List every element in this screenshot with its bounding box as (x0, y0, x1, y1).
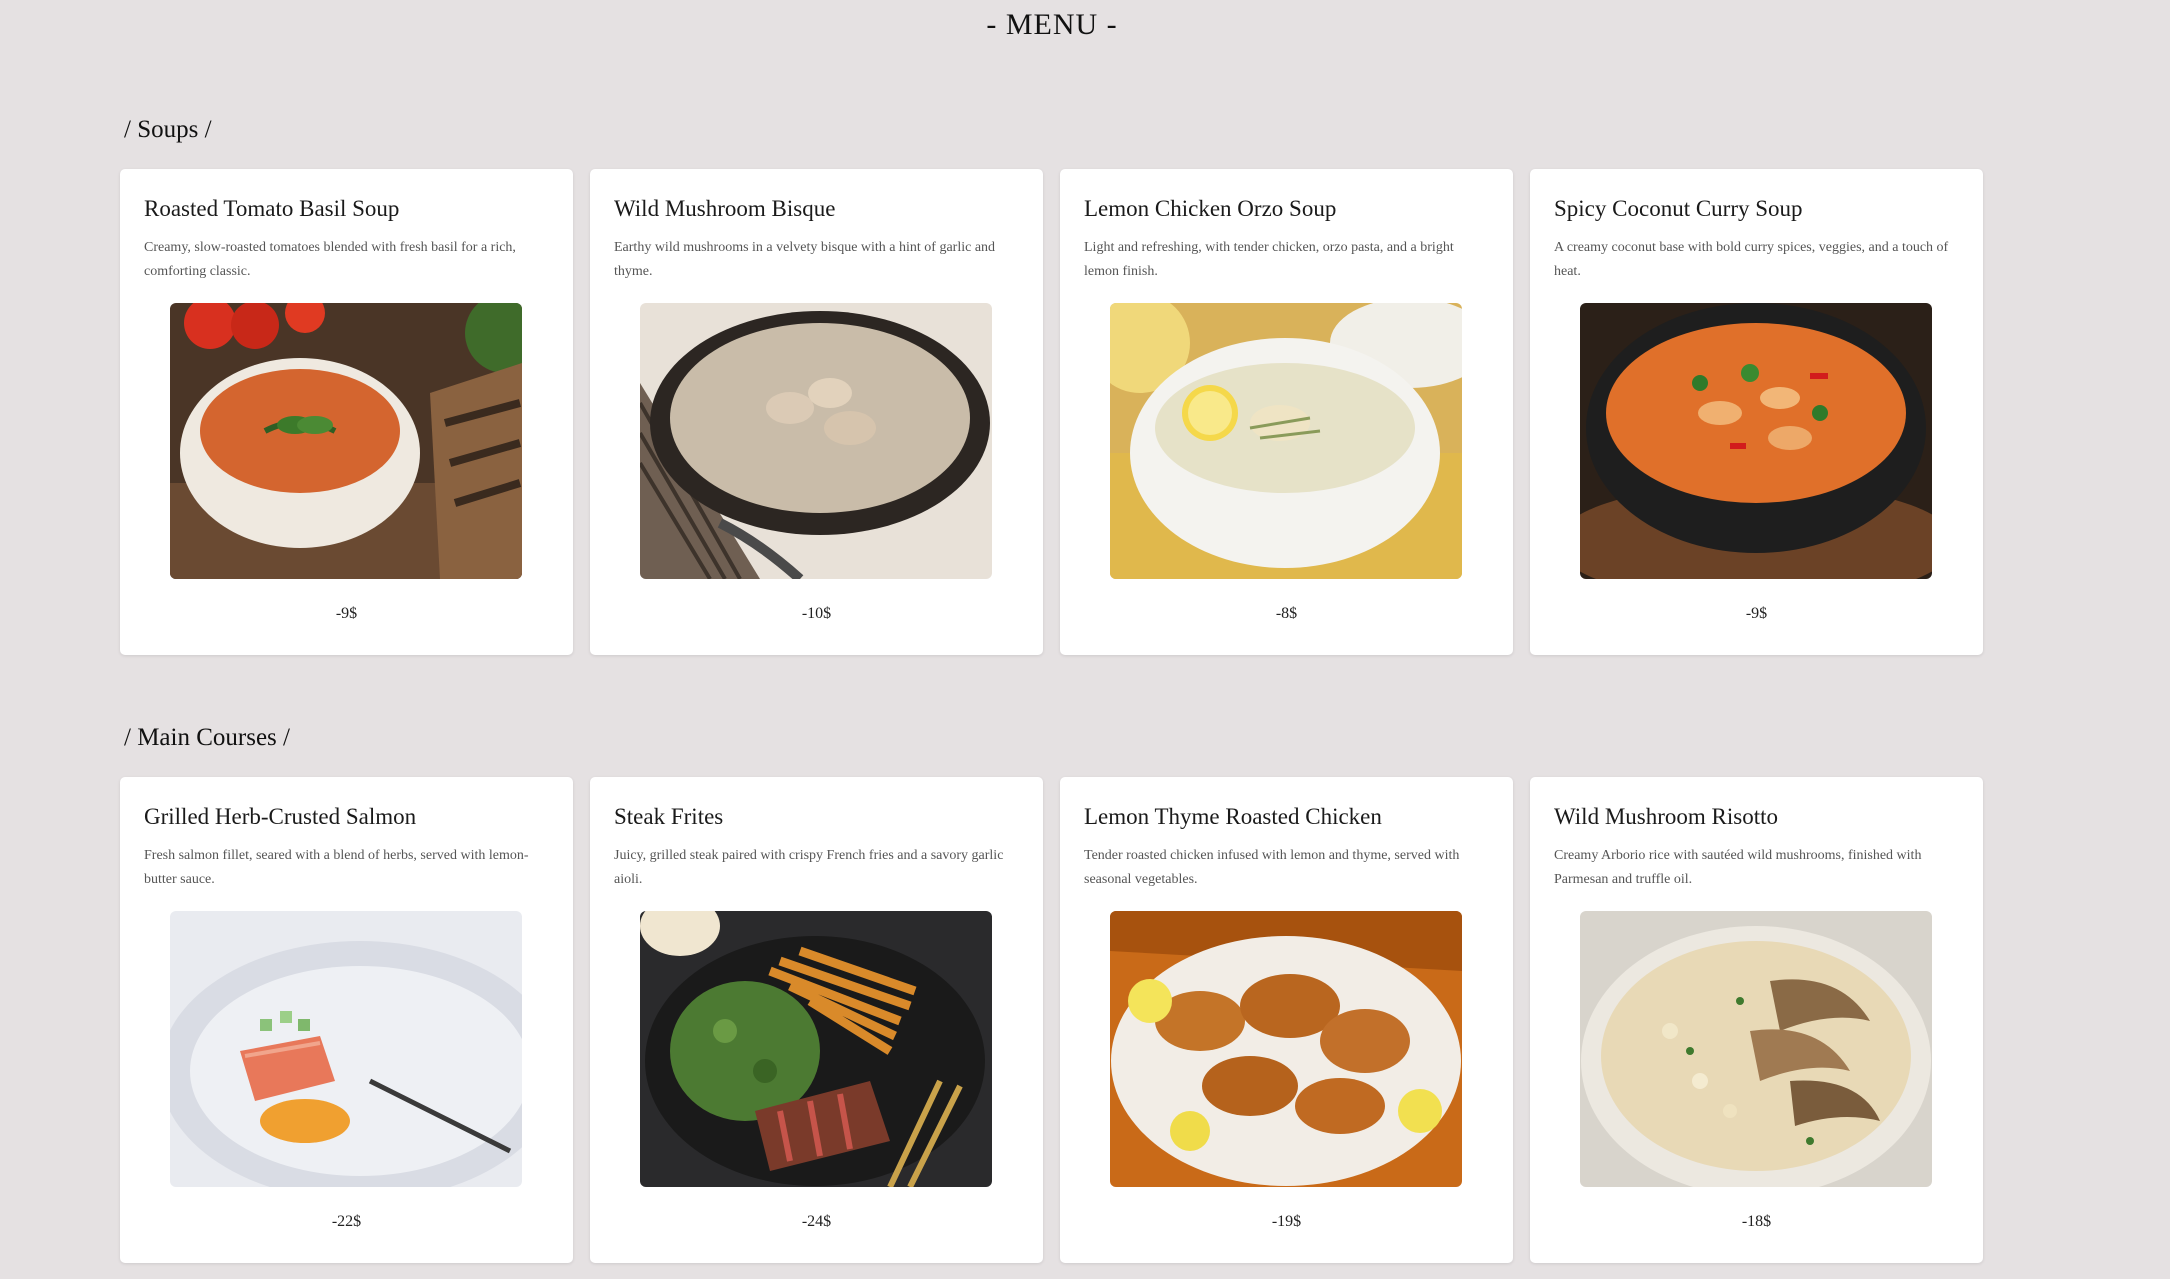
card-price: -9$ (1745, 605, 1768, 622)
card-title: Wild Mushroom Risotto (1554, 804, 1778, 829)
chicken-orzo-soup-image (1110, 303, 1462, 579)
card-title: Lemon Thyme Roasted Chicken (1084, 804, 1382, 829)
card-title: Spicy Coconut Curry Soup (1554, 196, 1803, 221)
card-description: Fresh salmon fillet, seared with a blend… (144, 847, 529, 887)
card-price: -8$ (1275, 605, 1298, 622)
card-description: Tender roasted chicken infused with lemo… (1084, 847, 1460, 887)
card-description: Creamy, slow-roasted tomatoes blended wi… (144, 239, 516, 279)
menu-card-salmon[interactable]: Grilled Herb-Crusted Salmon Fresh salmon… (120, 777, 573, 1263)
menu-card-coconut-curry[interactable]: Spicy Coconut Curry Soup A creamy coconu… (1530, 169, 1983, 655)
menu-card-tomato-soup[interactable]: Roasted Tomato Basil Soup Creamy, slow-r… (120, 169, 573, 655)
card-price: -19$ (1271, 1213, 1302, 1230)
main-courses-row: Grilled Herb-Crusted Salmon Fresh salmon… (120, 777, 1983, 1263)
menu-page: - MENU - / Soups / Roasted Tomato Basil … (0, 0, 2170, 1279)
card-title: Wild Mushroom Bisque (614, 196, 836, 221)
menu-card-mushroom-risotto[interactable]: Wild Mushroom Risotto Creamy Arborio ric… (1530, 777, 1983, 1263)
salmon-image (170, 911, 522, 1187)
menu-card-roasted-chicken[interactable]: Lemon Thyme Roasted Chicken Tender roast… (1060, 777, 1513, 1263)
roasted-chicken-image (1110, 911, 1462, 1187)
menu-card-mushroom-bisque[interactable]: Wild Mushroom Bisque Earthy wild mushroo… (590, 169, 1043, 655)
mushroom-risotto-image (1580, 911, 1932, 1187)
steak-frites-image (640, 911, 992, 1187)
card-title: Lemon Chicken Orzo Soup (1084, 196, 1337, 221)
card-description: Light and refreshing, with tender chicke… (1084, 239, 1454, 279)
card-price: -24$ (801, 1213, 832, 1230)
card-description: Juicy, grilled steak paired with crispy … (614, 847, 1004, 887)
card-title: Grilled Herb-Crusted Salmon (144, 804, 417, 829)
section-heading-main-courses: / Main Courses / (124, 724, 290, 751)
soups-row: Roasted Tomato Basil Soup Creamy, slow-r… (120, 169, 1983, 655)
card-price: -9$ (335, 605, 358, 622)
card-description: Earthy wild mushrooms in a velvety bisqu… (614, 239, 996, 279)
card-price: -10$ (801, 605, 832, 622)
card-title: Roasted Tomato Basil Soup (144, 196, 400, 221)
menu-card-steak-frites[interactable]: Steak Frites Juicy, grilled steak paired… (590, 777, 1043, 1263)
menu-card-chicken-orzo[interactable]: Lemon Chicken Orzo Soup Light and refres… (1060, 169, 1513, 655)
card-description: Creamy Arborio rice with sautéed wild mu… (1554, 847, 1922, 887)
tomato-soup-image (170, 303, 522, 579)
coconut-curry-soup-image (1580, 303, 1932, 579)
card-price: -22$ (331, 1213, 362, 1230)
card-price: -18$ (1741, 1213, 1772, 1230)
page-title: - MENU - (986, 8, 1118, 41)
card-title: Steak Frites (614, 804, 724, 829)
card-description: A creamy coconut base with bold curry sp… (1554, 239, 1949, 279)
section-heading-soups: / Soups / (124, 116, 212, 143)
mushroom-bisque-image (640, 303, 992, 579)
